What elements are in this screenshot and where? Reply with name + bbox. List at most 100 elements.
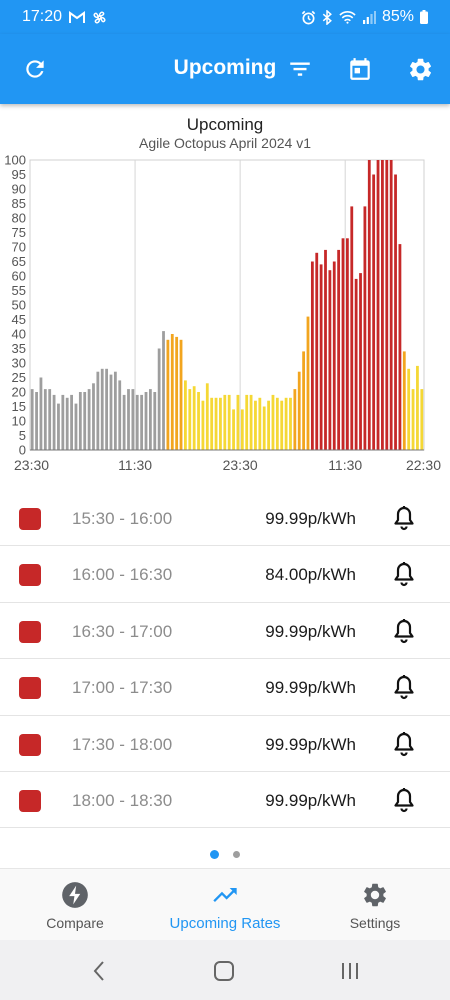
bar — [267, 400, 270, 450]
bar — [122, 394, 126, 450]
bar — [61, 394, 65, 450]
bar — [48, 389, 52, 450]
bar — [57, 403, 60, 450]
nav-compare-label: Compare — [46, 915, 104, 931]
bar — [258, 397, 262, 450]
notify-button[interactable] — [390, 617, 418, 645]
y-tick-label: 20 — [12, 385, 26, 400]
calendar-icon — [350, 58, 370, 80]
rate-price: 99.99p/kWh — [265, 509, 356, 528]
y-tick-label: 25 — [12, 370, 26, 385]
filter-button[interactable] — [283, 52, 317, 86]
bar — [302, 351, 306, 450]
notify-button[interactable] — [390, 673, 418, 701]
rates-chart: Upcoming Agile Octopus April 2024 v1 051… — [0, 112, 450, 482]
nav-compare[interactable]: Compare — [0, 869, 150, 940]
bar — [271, 394, 275, 450]
bar — [201, 400, 205, 450]
signal-icon — [362, 10, 376, 24]
y-tick-label: 5 — [19, 428, 26, 443]
notify-button[interactable] — [390, 504, 418, 532]
bar — [184, 380, 187, 450]
bar — [92, 383, 95, 450]
bar — [240, 409, 244, 450]
page-dot[interactable] — [233, 851, 240, 858]
trending-up-icon — [213, 888, 237, 902]
y-tick-label: 70 — [12, 240, 26, 255]
bar — [113, 371, 117, 450]
bar — [262, 406, 266, 450]
nav-upcoming-rates[interactable]: Upcoming Rates — [150, 869, 300, 940]
y-tick-label: 75 — [12, 225, 26, 240]
bar — [105, 368, 109, 450]
y-tick-label: 45 — [12, 312, 26, 327]
bar — [398, 244, 402, 450]
rate-time: 16:00 - 16:30 — [72, 565, 173, 585]
settings-icon — [409, 58, 431, 80]
bar — [135, 394, 139, 450]
bottom-navigation: Compare Upcoming Rates Settings — [0, 868, 450, 940]
notify-button[interactable] — [390, 730, 418, 758]
wifi-icon — [339, 10, 356, 24]
rate-row[interactable]: 17:00 - 17:30 99.99p/kWh — [0, 659, 450, 716]
settings-button[interactable] — [403, 52, 437, 86]
bar — [35, 392, 38, 450]
bar — [407, 368, 411, 450]
rate-row[interactable]: 16:30 - 17:00 99.99p/kWh — [0, 603, 450, 660]
notify-button[interactable] — [390, 560, 418, 588]
y-tick-label: 35 — [12, 341, 26, 356]
bar — [205, 383, 209, 450]
rate-price: 99.99p/kWh — [265, 621, 356, 641]
bar — [153, 392, 157, 450]
bar — [354, 278, 358, 450]
rate-row[interactable]: 18:00 - 18:30 99.99p/kWh — [0, 772, 450, 829]
calendar-button[interactable] — [343, 52, 377, 86]
bar — [394, 174, 397, 450]
rate-time: 17:00 - 17:30 — [72, 678, 173, 698]
gear-icon — [364, 883, 386, 907]
bar — [109, 374, 113, 450]
back-button[interactable] — [86, 958, 112, 984]
rate-time: 15:30 - 16:00 — [72, 509, 173, 528]
bar — [140, 394, 144, 450]
y-tick-label: 60 — [12, 269, 26, 284]
rate-list: 15:30 - 16:00 99.99p/kWh 16:00 - 16:30 84.0… — [0, 490, 450, 829]
bar — [381, 160, 384, 450]
bar — [341, 238, 345, 450]
bar — [293, 389, 297, 450]
x-tick-label: 22:30 — [406, 457, 441, 473]
bar — [83, 392, 87, 450]
bar — [148, 389, 152, 450]
bar — [118, 380, 122, 450]
bar — [65, 397, 69, 450]
bell-icon — [394, 675, 414, 700]
rate-row[interactable]: 17:30 - 18:00 99.99p/kWh — [0, 716, 450, 772]
y-tick-label: 40 — [12, 327, 26, 342]
y-tick-label: 30 — [12, 356, 26, 371]
bar — [188, 389, 192, 450]
y-tick-label: 80 — [12, 211, 26, 226]
bar — [315, 252, 319, 450]
bar — [284, 397, 288, 450]
bar — [52, 394, 56, 450]
y-tick-label: 0 — [19, 443, 26, 458]
nav-settings[interactable]: Settings — [300, 869, 450, 940]
bar — [385, 160, 389, 450]
home-button[interactable] — [211, 958, 237, 984]
refresh-button[interactable] — [18, 52, 52, 86]
rate-color-swatch — [19, 733, 41, 756]
page-dot[interactable] — [210, 850, 219, 859]
rate-row[interactable]: 15:30 - 16:00 99.99p/kWh — [0, 490, 450, 547]
notify-button[interactable] — [390, 786, 418, 814]
rate-color-swatch — [19, 677, 41, 700]
recents-button[interactable] — [337, 958, 363, 984]
battery-text: 85% — [381, 8, 414, 25]
rate-row[interactable]: 16:00 - 16:30 84.00p/kWh — [0, 546, 450, 603]
bar — [236, 394, 240, 450]
recents-icon — [342, 963, 358, 979]
bar — [249, 394, 253, 450]
status-time: 17:20 — [22, 8, 63, 25]
bar — [389, 160, 393, 450]
rate-price: 99.99p/kWh — [265, 678, 356, 698]
bar — [402, 351, 406, 450]
